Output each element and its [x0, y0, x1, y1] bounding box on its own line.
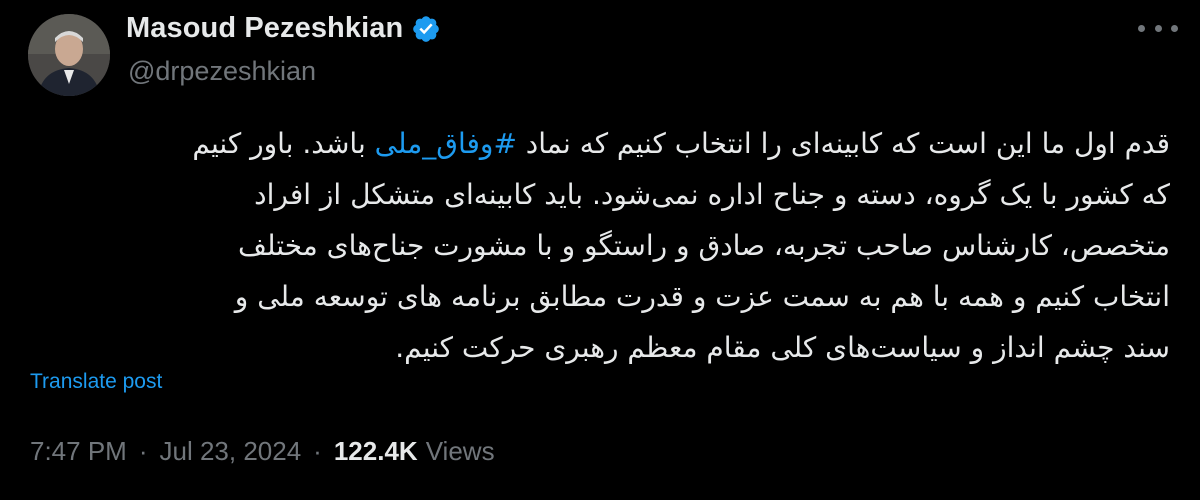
tweet-text: قدم اول ما این است که کابینه‌ای را انتخا…: [30, 118, 1170, 373]
tweet-time[interactable]: 7:47 PM: [30, 436, 127, 467]
tweet-line: انتخاب کنیم و همه با هم به سمت عزت و قدر…: [234, 280, 1170, 313]
more-icon[interactable]: [1138, 14, 1178, 42]
tweet-line: قدم اول ما این است که کابینه‌ای را انتخا…: [30, 118, 1170, 169]
views-count[interactable]: 122.4K: [334, 436, 418, 467]
more-dot: [1154, 24, 1162, 32]
meta-separator: ·: [138, 436, 148, 466]
tweet-text-segment: باشد. باور کنیم: [192, 127, 375, 160]
tweet-date[interactable]: Jul 23, 2024: [160, 436, 302, 467]
tweet-text-segment: قدم اول ما این است که کابینه‌ای را انتخا…: [516, 127, 1170, 160]
more-dot: [1171, 24, 1178, 32]
tweet-line: سند چشم انداز و سیاست‌های کلی مقام معظم …: [395, 331, 1170, 364]
avatar-image: [28, 14, 110, 96]
translate-post-link[interactable]: Translate post: [30, 370, 162, 394]
tweet-meta: 7:47 PM · Jul 23, 2024 · 122.4K Views: [30, 436, 495, 467]
verified-badge-icon: [413, 15, 440, 42]
avatar[interactable]: [28, 14, 110, 96]
author-name-row: Masoud Pezeshkian: [126, 12, 441, 45]
tweet-line: متخصص، کارشناس صاحب تجربه، صادق و راستگو…: [238, 229, 1170, 262]
views-label: Views: [425, 436, 495, 466]
tweet-card: Masoud Pezeshkian @drpezeshkian قدم اول …: [0, 0, 1200, 500]
author-handle[interactable]: @drpezeshkian: [128, 56, 316, 87]
more-dot: [1138, 24, 1145, 32]
tweet-line: که کشور با یک گروه، دسته و جناح اداره نم…: [254, 178, 1170, 211]
author-display-name[interactable]: Masoud Pezeshkian: [126, 12, 403, 45]
meta-separator: ·: [313, 436, 322, 466]
hashtag-link[interactable]: #وفاق_ملی: [375, 127, 517, 160]
